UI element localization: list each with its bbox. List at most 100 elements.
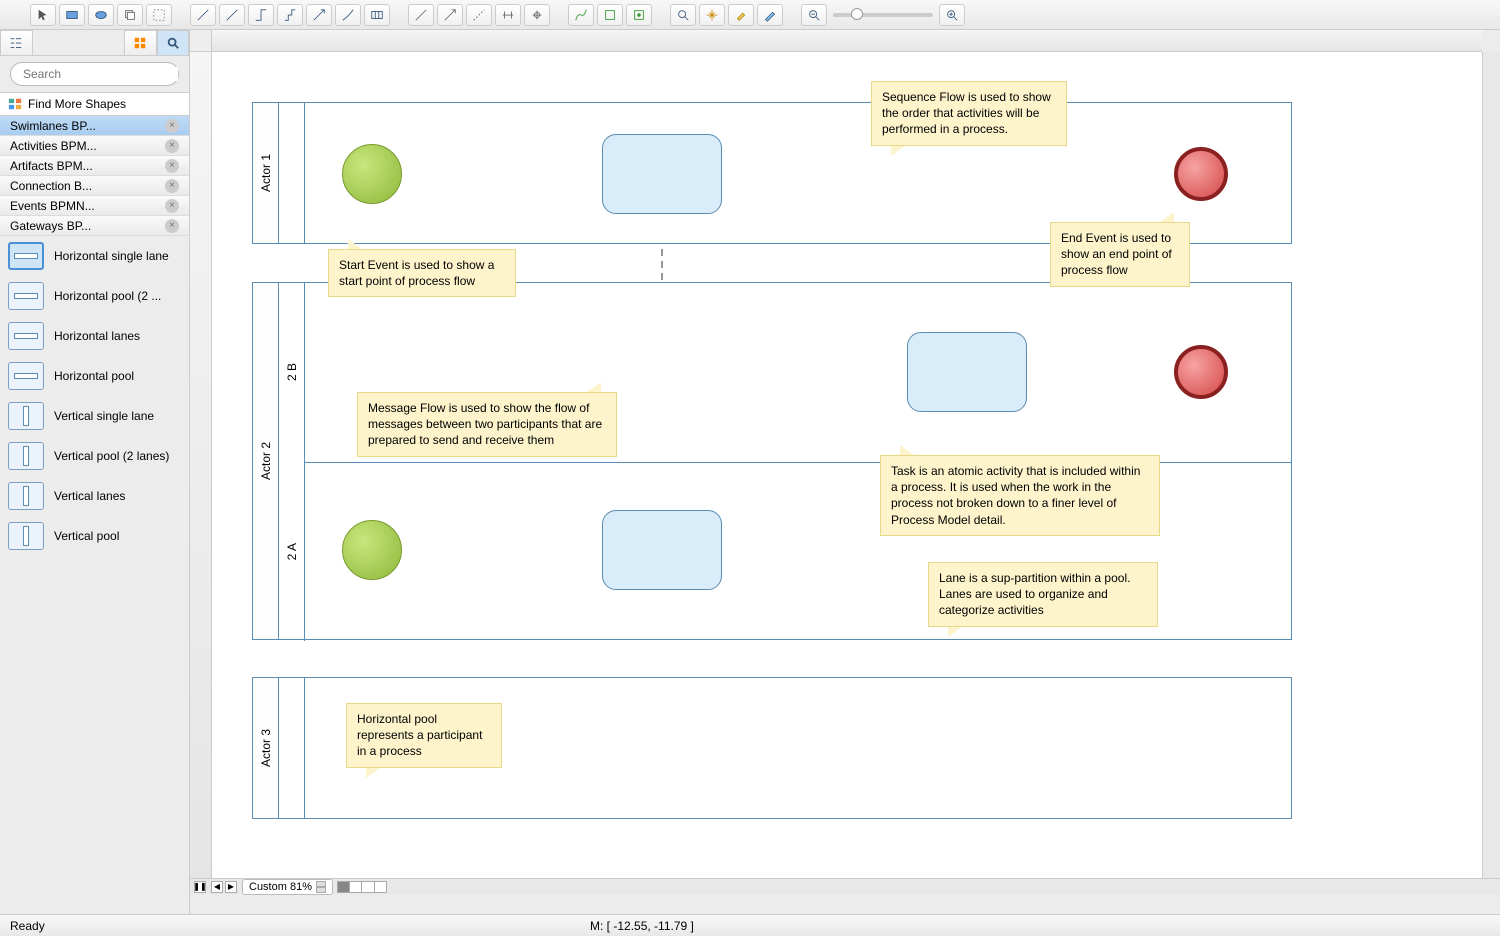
shape-item-5[interactable]: Vertical pool (2 lanes): [0, 436, 189, 476]
shape-item-3[interactable]: Horizontal pool: [0, 356, 189, 396]
search-input[interactable]: [23, 67, 178, 81]
hscroll-right[interactable]: [1476, 881, 1496, 893]
shape-label: Vertical single lane: [54, 409, 154, 423]
lib-item-5[interactable]: Gateways BP...×: [0, 216, 189, 236]
lib-item-2[interactable]: Artifacts BPM... ×: [0, 156, 189, 176]
shape-item-4[interactable]: Vertical single lane: [0, 396, 189, 436]
shape-thumb: [8, 442, 44, 470]
annotation-note-5[interactable]: Lane is a sup-partition within a pool. L…: [928, 562, 1158, 627]
zoom-level-box[interactable]: Custom 81%: [242, 879, 333, 895]
tool-conn2[interactable]: [219, 4, 245, 26]
task-2[interactable]: [907, 332, 1027, 412]
lane-border: [304, 283, 305, 639]
panel-tab-tree[interactable]: [0, 30, 33, 55]
shape-item-1[interactable]: Horizontal pool (2 ...: [0, 276, 189, 316]
shape-item-2[interactable]: Horizontal lanes: [0, 316, 189, 356]
tool-rect[interactable]: [59, 4, 85, 26]
ruler-horizontal[interactable]: [212, 30, 1482, 52]
start-event-0[interactable]: [342, 144, 402, 204]
annotation-note-6[interactable]: Horizontal pool represents a participant…: [346, 703, 502, 768]
tool-conn7[interactable]: [364, 4, 390, 26]
annotation-note-0[interactable]: Start Event is used to show a start poin…: [328, 249, 516, 297]
zoom-label: Custom 81%: [249, 881, 312, 893]
start-event-1[interactable]: [342, 520, 402, 580]
panel-tab-search[interactable]: [157, 30, 190, 55]
zoom-handle[interactable]: [851, 8, 863, 20]
shape-thumb: [8, 522, 44, 550]
lib-close-icon[interactable]: ×: [165, 219, 179, 233]
zoom-out-button[interactable]: [801, 4, 827, 26]
search-box[interactable]: [10, 62, 179, 86]
tool-select[interactable]: [30, 4, 56, 26]
left-panel: Find More Shapes Swimlanes BP...×Activit…: [0, 30, 190, 914]
tool-group[interactable]: [146, 4, 172, 26]
shape-item-6[interactable]: Vertical lanes: [0, 476, 189, 516]
ruler-corner: [190, 30, 212, 52]
scrollbar-vertical[interactable]: [1482, 52, 1500, 878]
tool-layer[interactable]: [117, 4, 143, 26]
tool-snap1[interactable]: [568, 4, 594, 26]
lib-close-icon[interactable]: ×: [165, 119, 179, 133]
tool-arr5[interactable]: [524, 4, 550, 26]
ruler-vertical[interactable]: [190, 52, 212, 878]
shape-thumb: [8, 482, 44, 510]
tool-ellipse[interactable]: [88, 4, 114, 26]
lib-close-icon[interactable]: ×: [165, 199, 179, 213]
lib-label: Artifacts BPM...: [10, 159, 93, 173]
annotation-note-3[interactable]: Message Flow is used to show the flow of…: [357, 392, 617, 457]
tool-pen[interactable]: [757, 4, 783, 26]
shape-label: Vertical lanes: [54, 489, 125, 503]
lib-item-3[interactable]: Connection B...×: [0, 176, 189, 196]
lib-item-1[interactable]: Activities BPM...×: [0, 136, 189, 156]
lib-item-4[interactable]: Events BPMN...×: [0, 196, 189, 216]
tool-pan[interactable]: [699, 4, 725, 26]
zoom-down[interactable]: [316, 887, 326, 893]
nav-prev[interactable]: ◀: [211, 881, 223, 893]
tool-conn5[interactable]: [306, 4, 332, 26]
note-tail: [1160, 212, 1174, 222]
task-0[interactable]: [602, 134, 722, 214]
tool-conn4[interactable]: [277, 4, 303, 26]
tool-conn1[interactable]: [190, 4, 216, 26]
shape-thumb: [8, 322, 44, 350]
note-tail: [891, 146, 905, 156]
end-event-0[interactable]: [1174, 147, 1228, 201]
tool-arr1[interactable]: [408, 4, 434, 26]
end-event-1[interactable]: [1174, 345, 1228, 399]
tool-conn6[interactable]: [335, 4, 361, 26]
diagram-canvas[interactable]: Actor 1Actor 22 B2 AActor 3 Start Event …: [212, 52, 1482, 878]
shape-label: Horizontal single lane: [54, 249, 169, 263]
tool-zoom[interactable]: [670, 4, 696, 26]
shape-label: Horizontal pool: [54, 369, 134, 383]
page-nav[interactable]: [337, 881, 387, 893]
shapes-icon: [8, 97, 22, 111]
tool-snap3[interactable]: [626, 4, 652, 26]
lib-close-icon[interactable]: ×: [165, 159, 179, 173]
nav-next[interactable]: ▶: [225, 881, 237, 893]
tool-highlight[interactable]: [728, 4, 754, 26]
find-more-shapes[interactable]: Find More Shapes: [0, 92, 189, 116]
pause-icon[interactable]: ❚❚: [194, 881, 206, 893]
lib-item-0[interactable]: Swimlanes BP...×: [0, 116, 189, 136]
task-1[interactable]: [602, 510, 722, 590]
shape-item-7[interactable]: Vertical pool: [0, 516, 189, 556]
tool-arr2[interactable]: [437, 4, 463, 26]
shape-item-0[interactable]: Horizontal single lane: [0, 236, 189, 276]
lib-close-icon[interactable]: ×: [165, 139, 179, 153]
lib-close-icon[interactable]: ×: [165, 179, 179, 193]
tool-arr3[interactable]: [466, 4, 492, 26]
mouse-coords: M: [ -12.55, -11.79 ]: [590, 919, 694, 933]
tool-arr4[interactable]: [495, 4, 521, 26]
annotation-note-2[interactable]: End Event is used to show an end point o…: [1050, 222, 1190, 287]
annotation-note-4[interactable]: Task is an atomic activity that is inclu…: [880, 455, 1160, 536]
zoom-slider[interactable]: [833, 13, 933, 17]
note-tail: [900, 445, 914, 455]
pool-title: Actor 2: [253, 283, 279, 639]
panel-tab-grid[interactable]: [124, 30, 157, 55]
tool-conn3[interactable]: [248, 4, 274, 26]
zoom-in-button[interactable]: [939, 4, 965, 26]
annotation-note-1[interactable]: Sequence Flow is used to show the order …: [871, 81, 1067, 146]
pool-title: Actor 3: [253, 678, 279, 818]
shape-label: Horizontal pool (2 ...: [54, 289, 161, 303]
tool-snap2[interactable]: [597, 4, 623, 26]
